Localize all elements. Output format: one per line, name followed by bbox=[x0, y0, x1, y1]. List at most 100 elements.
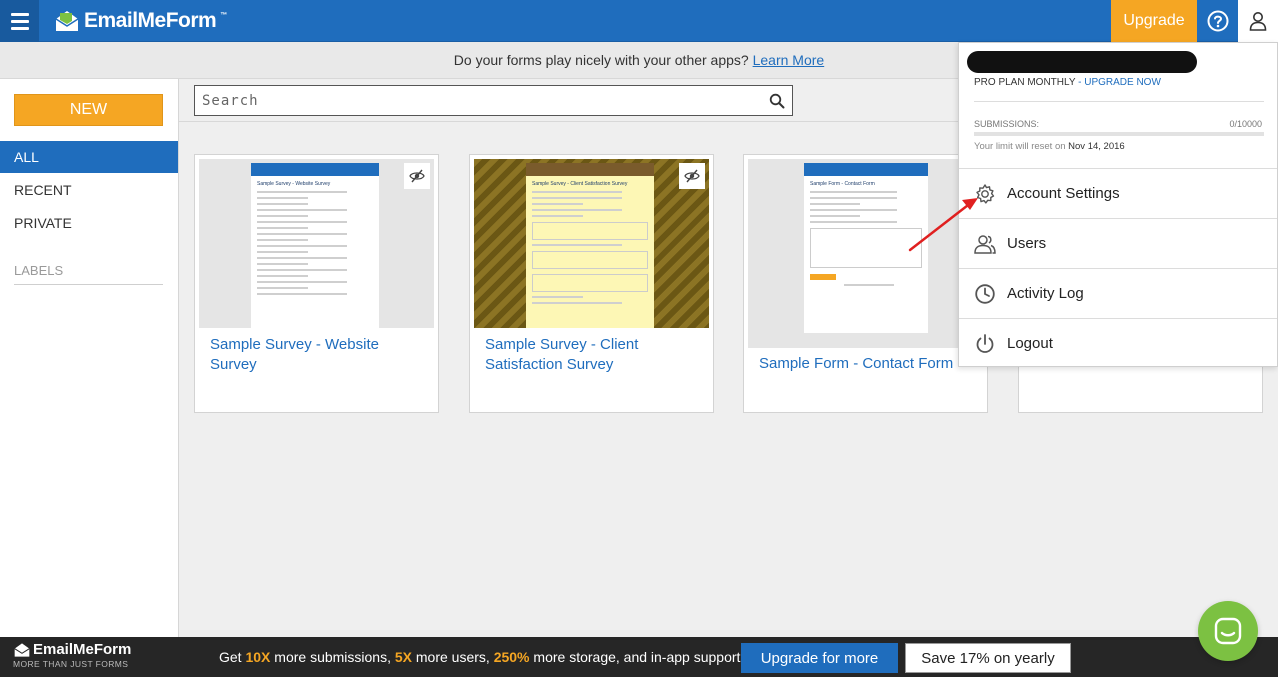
account-dropdown: PRO PLAN MONTHLY - UPGRADE NOW SUBMISSIO… bbox=[958, 42, 1278, 367]
form-thumbnail[interactable]: Sample Survey - Client Satisfaction Surv… bbox=[474, 159, 709, 328]
preview-line bbox=[257, 251, 309, 253]
upgrade-for-more-button[interactable]: Upgrade for more bbox=[741, 643, 898, 673]
reset-date: Nov 14, 2016 bbox=[1068, 141, 1125, 152]
promo-part: more submissions, bbox=[270, 649, 395, 665]
eye-slash-icon bbox=[684, 169, 700, 183]
promo-highlight: 5X bbox=[394, 649, 412, 665]
search-icon bbox=[769, 93, 785, 108]
promo-part: more storage, and in-app support. bbox=[529, 649, 745, 665]
redacted-account-name bbox=[967, 51, 1197, 73]
preview-line bbox=[532, 203, 584, 205]
promo-highlight: 10X bbox=[245, 649, 271, 665]
preview-line bbox=[532, 302, 622, 304]
menu-item-label: Logout bbox=[1007, 335, 1053, 352]
footer-tagline: MORE THAN JUST FORMS bbox=[13, 659, 129, 669]
preview-line bbox=[532, 244, 622, 246]
preview-line bbox=[257, 293, 347, 295]
sidebar-item-recent[interactable]: RECENT bbox=[0, 174, 178, 206]
hamburger-icon-line bbox=[10, 19, 29, 23]
labels-heading: LABELS bbox=[14, 263, 163, 285]
preview-matrix bbox=[532, 251, 648, 269]
preview-line bbox=[257, 209, 347, 211]
preview-line bbox=[257, 263, 309, 265]
preview-line bbox=[810, 203, 860, 205]
form-card[interactable]: Sample Survey - Website Survey Sample Su… bbox=[194, 154, 439, 413]
top-bar: EmailMeForm ™ Upgrade bbox=[0, 0, 1278, 42]
promo-part: Get bbox=[219, 649, 246, 665]
plan-info: PRO PLAN MONTHLY - UPGRADE NOW bbox=[974, 77, 1161, 88]
preview-line bbox=[257, 287, 309, 289]
preview-line bbox=[532, 215, 584, 217]
form-preview: Sample Survey - Client Satisfaction Surv… bbox=[526, 163, 654, 328]
help-button[interactable] bbox=[1197, 0, 1238, 42]
envelope-logo-icon bbox=[55, 11, 79, 31]
form-title-link[interactable]: Sample Form - Contact Form bbox=[759, 354, 969, 374]
menu-item-logout[interactable]: Logout bbox=[959, 318, 1277, 368]
preview-line bbox=[810, 221, 897, 223]
preview-line bbox=[257, 257, 347, 259]
account-button[interactable] bbox=[1238, 0, 1278, 42]
new-form-button[interactable]: NEW bbox=[14, 94, 163, 126]
promo-part: more users, bbox=[412, 649, 494, 665]
form-preview-title: Sample Survey - Website Survey bbox=[257, 181, 331, 187]
sidebar-item-private[interactable]: PRIVATE bbox=[0, 207, 178, 239]
sidebar-item-all[interactable]: ALL bbox=[0, 141, 178, 173]
preview-line bbox=[810, 197, 897, 199]
plan-separator: - bbox=[1075, 77, 1085, 88]
private-toggle-button[interactable] bbox=[679, 163, 705, 189]
upgrade-now-link[interactable]: UPGRADE NOW bbox=[1084, 77, 1161, 88]
preview-line bbox=[532, 197, 622, 199]
search-button[interactable] bbox=[762, 93, 792, 109]
form-preview-header bbox=[804, 163, 928, 176]
preview-line bbox=[257, 233, 347, 235]
upgrade-button[interactable]: Upgrade bbox=[1111, 0, 1197, 42]
learn-more-link[interactable]: Learn More bbox=[753, 52, 825, 68]
form-thumbnail[interactable]: Sample Survey - Website Survey bbox=[199, 159, 434, 328]
preview-line bbox=[810, 215, 860, 217]
announcement-text: Do your forms play nicely with your othe… bbox=[453, 52, 749, 68]
private-toggle-button[interactable] bbox=[404, 163, 430, 189]
preview-line bbox=[532, 296, 584, 298]
preview-matrix bbox=[532, 274, 648, 292]
promo-text: Get 10X more submissions, 5X more users,… bbox=[219, 637, 744, 677]
menu-item-account-settings[interactable]: Account Settings bbox=[959, 168, 1277, 218]
promo-highlight: 250% bbox=[493, 649, 530, 665]
logo-trademark: ™ bbox=[220, 12, 227, 19]
submissions-count: 0/10000 bbox=[1229, 119, 1262, 129]
menu-item-label: Users bbox=[1007, 235, 1047, 252]
search-input[interactable] bbox=[195, 86, 762, 115]
form-preview-header bbox=[251, 163, 379, 176]
preview-line bbox=[810, 191, 897, 193]
form-title-link[interactable]: Sample Survey - Website Survey bbox=[210, 335, 420, 375]
logo-text: EmailMeForm bbox=[84, 9, 217, 32]
hamburger-menu-button[interactable] bbox=[0, 0, 39, 42]
divider bbox=[974, 101, 1264, 102]
clock-icon bbox=[975, 283, 995, 304]
preview-submit bbox=[810, 274, 836, 280]
preview-line bbox=[257, 245, 347, 247]
form-title-link[interactable]: Sample Survey - Client Satisfaction Surv… bbox=[485, 335, 695, 375]
preview-line bbox=[844, 284, 894, 286]
menu-item-users[interactable]: Users bbox=[959, 218, 1277, 268]
chat-widget-button[interactable] bbox=[1198, 601, 1258, 661]
preview-line bbox=[257, 281, 347, 283]
envelope-logo-icon bbox=[14, 642, 30, 657]
form-preview-title: Sample Survey - Client Satisfaction Surv… bbox=[532, 181, 628, 187]
hamburger-icon bbox=[10, 12, 29, 16]
preview-line bbox=[810, 209, 897, 211]
preview-line bbox=[257, 191, 347, 193]
form-preview-header bbox=[526, 163, 654, 176]
app-logo[interactable]: EmailMeForm ™ bbox=[54, 6, 227, 36]
power-icon bbox=[976, 333, 994, 353]
search-box bbox=[194, 85, 793, 116]
form-preview-title: Sample Form - Contact Form bbox=[810, 181, 875, 187]
menu-item-activity-log[interactable]: Activity Log bbox=[959, 268, 1277, 318]
plan-name: PRO PLAN MONTHLY bbox=[974, 77, 1076, 88]
preview-line bbox=[257, 197, 309, 199]
save-on-yearly-button[interactable]: Save 17% on yearly bbox=[905, 643, 1071, 673]
help-icon bbox=[1207, 10, 1228, 32]
preview-textarea bbox=[532, 222, 648, 240]
form-card[interactable]: Sample Survey - Client Satisfaction Surv… bbox=[469, 154, 714, 413]
menu-item-label: Activity Log bbox=[1007, 285, 1084, 302]
preview-line bbox=[257, 221, 347, 223]
